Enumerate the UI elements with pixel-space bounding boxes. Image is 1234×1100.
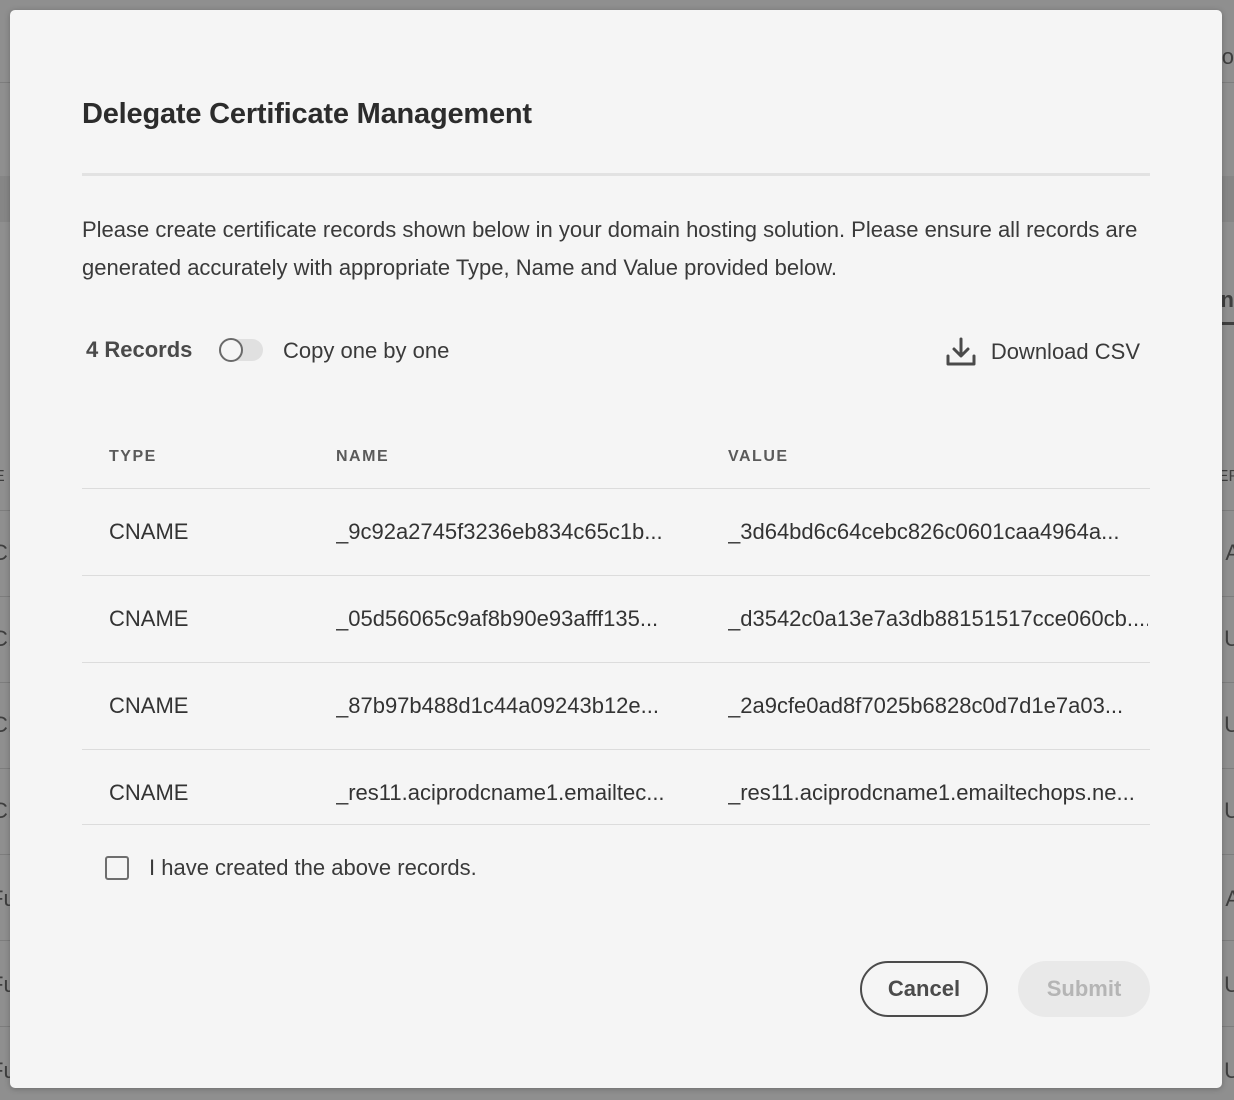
cell-name[interactable]: _87b97b488d1c44a09243b12e... [336, 693, 676, 719]
column-header-value[interactable]: VALUE [728, 448, 1148, 466]
submit-button[interactable]: Submit [1018, 961, 1150, 1017]
column-header-name[interactable]: NAME [336, 448, 676, 466]
cell-value[interactable]: _2a9cfe0ad8f7025b6828c0d7d1e7a03... [728, 693, 1148, 719]
cancel-button[interactable]: Cancel [860, 961, 988, 1017]
background-tab-underline [1220, 322, 1234, 325]
cell-value[interactable]: _res11.aciprodcname1.emailtechops.ne... [728, 780, 1148, 806]
cell-type: CNAME [109, 693, 189, 718]
cell-type: CNAME [109, 780, 189, 805]
cell-type: CNAME [109, 606, 189, 631]
toggle-knob [219, 338, 243, 362]
cell-name[interactable]: _res11.aciprodcname1.emailtec... [336, 780, 676, 806]
background-edge-text: E [0, 468, 5, 486]
download-csv-button[interactable]: Download CSV [945, 334, 1140, 370]
records-toolbar: 4 Records Copy one by one Download CSV [82, 332, 1150, 372]
table-row[interactable]: CNAME _res11.aciprodcname1.emailtec... _… [82, 750, 1150, 825]
table-header: TYPE NAME VALUE [82, 434, 1150, 489]
background-edge-text: o [1221, 44, 1234, 69]
copy-one-by-one-label: Copy one by one [283, 338, 450, 363]
dialog-title: Delegate Certificate Management [82, 98, 532, 130]
title-divider [82, 173, 1150, 176]
cell-value[interactable]: _d3542c0a13e7a3db88151517cce060cb.... [728, 606, 1148, 632]
copy-one-by-one-toggle[interactable] [219, 338, 265, 364]
background-edge-text: n [1220, 287, 1234, 312]
records-count: 4 Records [86, 337, 193, 362]
cell-value[interactable]: _3d64bd6c64cebc826c0601caa4964a... [728, 519, 1148, 545]
delegate-certificate-dialog: Delegate Certificate Management Please c… [10, 10, 1222, 1088]
background-edge-text: A [1225, 540, 1234, 565]
background-edge-text: A [1225, 886, 1234, 911]
cell-name[interactable]: _05d56065c9af8b90e93afff135... [336, 606, 676, 632]
records-created-label: I have created the above records. [149, 855, 477, 880]
download-icon [946, 337, 976, 366]
table-row[interactable]: CNAME _87b97b488d1c44a09243b12e... _2a9c… [82, 663, 1150, 750]
background-edge-text: U [1224, 798, 1234, 823]
dialog-description: Please create certificate records shown … [82, 217, 1138, 280]
background-edge-text: U [1224, 712, 1234, 737]
background-edge-text: U [1224, 972, 1234, 997]
table-row[interactable]: CNAME _9c92a2745f3236eb834c65c1b... _3d6… [82, 489, 1150, 576]
records-created-checkbox[interactable] [105, 856, 129, 880]
cell-name[interactable]: _9c92a2745f3236eb834c65c1b... [336, 519, 676, 545]
column-header-type[interactable]: TYPE [109, 448, 309, 466]
background-edge-text: U [1224, 626, 1234, 651]
records-created-checkbox-field[interactable]: I have created the above records. [105, 848, 477, 888]
table-row[interactable]: CNAME _05d56065c9af8b90e93afff135... _d3… [82, 576, 1150, 663]
background-edge-text: U [1224, 1058, 1234, 1083]
cell-type: CNAME [109, 519, 189, 544]
records-table: TYPE NAME VALUE CNAME _9c92a2745f3236eb8… [82, 434, 1150, 825]
download-csv-label: Download CSV [990, 339, 1140, 364]
